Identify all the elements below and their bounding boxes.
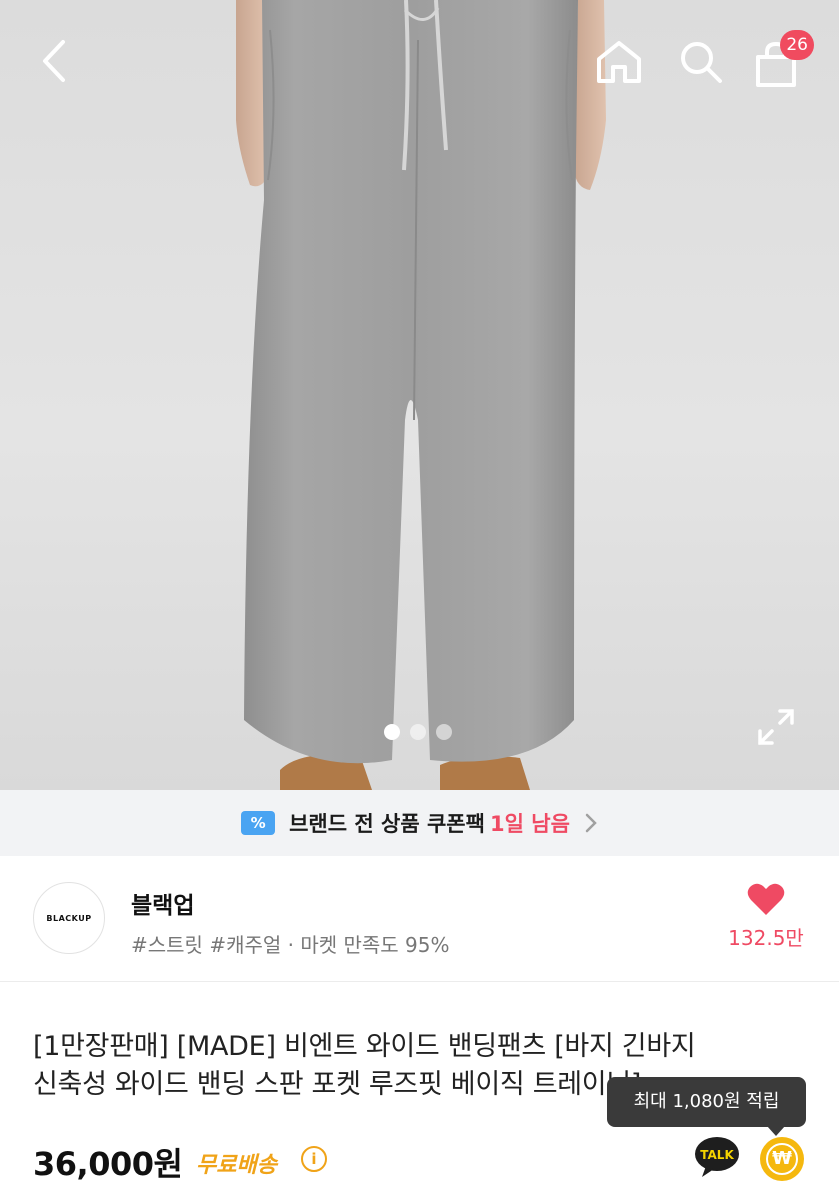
kakao-talk-label: TALK [700, 1148, 734, 1162]
free-shipping-label: 무료배송 [196, 1153, 277, 1178]
expand-image-button[interactable] [754, 705, 798, 749]
product-price: 36,000원 [33, 1145, 183, 1183]
kakao-talk-icon: TALK [695, 1137, 739, 1177]
info-icon[interactable]: i [301, 1146, 327, 1172]
seller-info[interactable]: BLACKUP 블랙업 #스트릿 #캐주얼 · 마켓 만족도 95% 132.5… [0, 856, 839, 982]
chevron-left-icon [43, 40, 65, 82]
cart-count-badge: 26 [780, 30, 814, 60]
chevron-right-icon [585, 813, 597, 833]
coupon-icon: % [241, 811, 276, 835]
coupon-text: 브랜드 전 상품 쿠폰팩 [289, 812, 485, 836]
home-button[interactable] [590, 34, 648, 90]
expand-icon [758, 709, 794, 745]
seller-logo-text: BLACKUP [46, 913, 92, 923]
like-count: 132.5만 [728, 926, 804, 950]
kakao-talk-button[interactable]: TALK [694, 1136, 740, 1178]
coupon-remaining: 1일 남음 [490, 812, 570, 836]
product-image-gallery[interactable]: 26 [0, 0, 839, 790]
seller-logo[interactable]: BLACKUP [33, 882, 105, 954]
cart-button[interactable]: 26 [752, 30, 814, 90]
search-button[interactable] [672, 34, 730, 90]
product-photo [236, 0, 606, 790]
coupon-text-group: 브랜드 전 상품 쿠폰팩 1일 남음 [289, 808, 570, 838]
reward-tooltip: 최대 1,080원 적립 [607, 1077, 806, 1136]
home-icon [597, 41, 641, 83]
heart-icon [747, 883, 785, 915]
gallery-pagination [384, 724, 452, 740]
seller-name[interactable]: 블랙업 [131, 886, 194, 920]
pagination-dot-active[interactable] [384, 724, 400, 740]
like-button[interactable]: 132.5만 [724, 882, 808, 966]
search-icon [681, 42, 722, 83]
product-title-line: [1만장판매] [MADE] 비엔트 와이드 밴딩팬츠 [바지 긴바지 [33, 1031, 696, 1062]
point-button[interactable]: ₩ [760, 1137, 804, 1181]
pagination-dot[interactable] [436, 724, 452, 740]
won-point-icon: ₩ [766, 1143, 798, 1175]
coupon-banner[interactable]: % 브랜드 전 상품 쿠폰팩 1일 남음 [0, 790, 839, 856]
seller-tags: #스트릿 #캐주얼 · 마켓 만족도 95% [131, 933, 450, 957]
back-button[interactable] [28, 32, 80, 90]
pagination-dot[interactable] [410, 724, 426, 740]
